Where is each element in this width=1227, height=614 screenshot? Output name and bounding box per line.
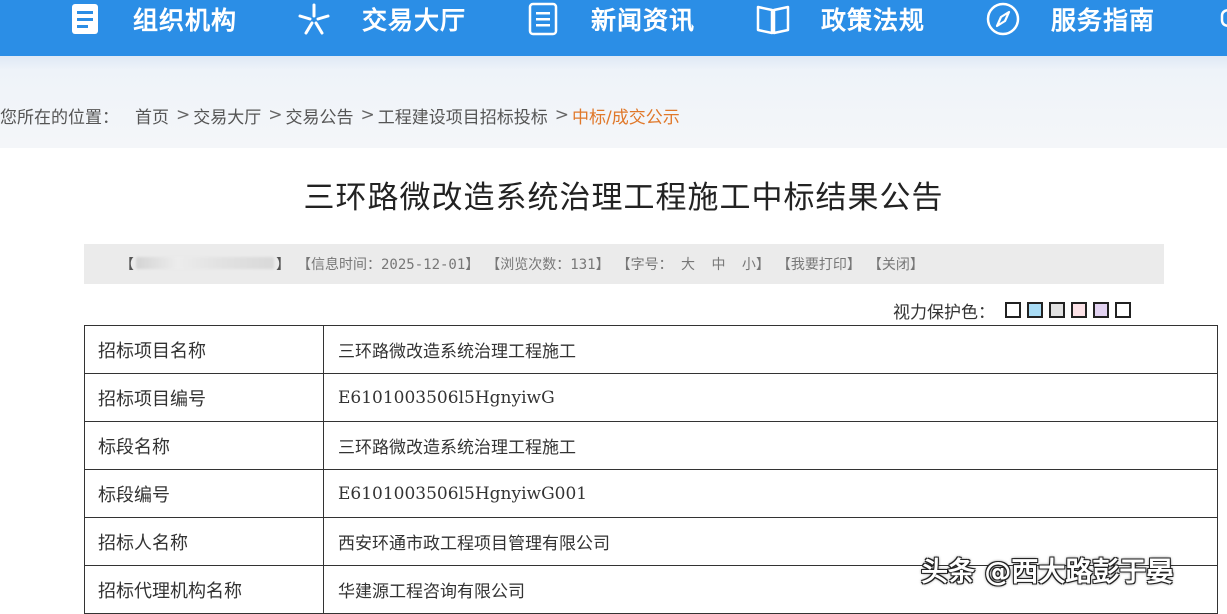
- table-row: 招标项目名称 三环路微改造系统治理工程施工: [84, 325, 1218, 374]
- eye-care-label: 视力保护色：: [893, 302, 995, 323]
- breadcrumb-prefix: 您所在的位置：: [0, 107, 119, 128]
- blurred-source-text: [136, 257, 274, 269]
- breadcrumb-item-announcements[interactable]: 交易公告: [286, 103, 354, 128]
- breadcrumb-item-construction-bidding[interactable]: 工程建设项目招标投标: [378, 103, 548, 128]
- table-row: 招标项目编号 E6101003506l5HgnyiwG: [84, 373, 1218, 422]
- breadcrumb-item-current[interactable]: 中标/成交公示: [572, 103, 680, 128]
- color-swatch-blue[interactable]: [1027, 302, 1043, 318]
- color-swatch-pink[interactable]: [1071, 302, 1087, 318]
- breadcrumb-item-trading-hall[interactable]: 交易大厅: [193, 103, 261, 128]
- table-row: 标段名称 三环路微改造系统治理工程施工: [84, 421, 1218, 470]
- document-icon: [67, 1, 103, 37]
- top-navigation: 组织机构 交易大厅 新闻资讯 政策法规 服务指南: [0, 0, 1227, 56]
- book-icon: [755, 1, 791, 37]
- print-link[interactable]: 【我要打印】: [777, 254, 861, 274]
- nav-item-news[interactable]: 新闻资讯: [525, 0, 695, 38]
- breadcrumb-separator: >: [554, 105, 569, 125]
- table-value-cell: E6101003506l5HgnyiwG001: [323, 469, 1218, 518]
- color-swatch-purple[interactable]: [1093, 302, 1109, 318]
- nav-item-label: 服务指南: [1051, 6, 1156, 35]
- nav-item-label: 新闻资讯: [591, 6, 696, 35]
- table-key-cell: 标段名称: [84, 421, 324, 470]
- table-row: 标段编号 E6101003506l5HgnyiwG001: [84, 469, 1218, 518]
- nav-item-label: 交易大厅: [362, 6, 467, 35]
- close-link[interactable]: 【关闭】: [868, 254, 924, 274]
- nav-item-trading-hall[interactable]: 交易大厅: [296, 0, 466, 38]
- breadcrumb-item-home[interactable]: 首页: [135, 103, 169, 128]
- table-value-cell: 三环路微改造系统治理工程施工: [323, 325, 1218, 374]
- nav-item-policy[interactable]: 政策法规: [755, 0, 925, 38]
- breadcrumb-separator: >: [360, 105, 375, 125]
- font-medium-link[interactable]: 中: [711, 257, 725, 273]
- nav-item-organization[interactable]: 组织机构: [67, 0, 237, 38]
- info-bar: 【】 【信息时间：2025-12-01】 【浏览次数：131】 【字号： 大 中…: [84, 244, 1164, 284]
- table-value-cell: 三环路微改造系统治理工程施工: [323, 421, 1218, 470]
- table-value-cell: E6101003506l5HgnyiwG: [323, 373, 1218, 422]
- breadcrumb-separator: >: [176, 105, 191, 125]
- nav-item-service-guide[interactable]: 服务指南: [985, 0, 1155, 38]
- source-field: 【】: [120, 257, 290, 273]
- nav-item-label: 政策法规: [821, 6, 926, 35]
- table-key-cell: 招标项目编号: [84, 373, 324, 422]
- info-time: 【信息时间：2025-12-01】: [297, 257, 480, 273]
- font-size-label: 字号：: [630, 257, 673, 273]
- font-large-link[interactable]: 大: [681, 257, 695, 273]
- font-size-selector: 【字号： 大 中 小】: [616, 257, 770, 273]
- nav-item-more[interactable]: [1212, 0, 1227, 38]
- star-icon: [296, 1, 332, 37]
- color-swatch-white[interactable]: [1005, 302, 1021, 318]
- list-icon: [525, 1, 561, 37]
- nav-item-label: 组织机构: [133, 6, 238, 35]
- color-swatch-default[interactable]: [1115, 302, 1131, 318]
- font-small-link[interactable]: 小: [742, 257, 756, 273]
- table-key-cell: 招标人名称: [84, 517, 324, 566]
- chat-icon: [1212, 1, 1227, 37]
- breadcrumb-separator: >: [268, 105, 283, 125]
- watermark: 头条 @西大路彭于晏: [921, 557, 1174, 588]
- color-swatch-row: [1005, 302, 1131, 318]
- eye-care-colors: 视力保护色：: [893, 298, 1131, 323]
- table-key-cell: 标段编号: [84, 469, 324, 518]
- breadcrumb: 您所在的位置： 首页 > 交易大厅 > 交易公告 > 工程建设项目招标投标 > …: [0, 102, 680, 128]
- table-key-cell: 招标代理机构名称: [84, 565, 324, 614]
- table-key-cell: 招标项目名称: [84, 325, 324, 374]
- compass-icon: [985, 1, 1021, 37]
- color-swatch-gray[interactable]: [1049, 302, 1065, 318]
- view-count: 【浏览次数：131】: [486, 257, 610, 273]
- page-title: 三环路微改造系统治理工程施工中标结果公告: [303, 180, 944, 216]
